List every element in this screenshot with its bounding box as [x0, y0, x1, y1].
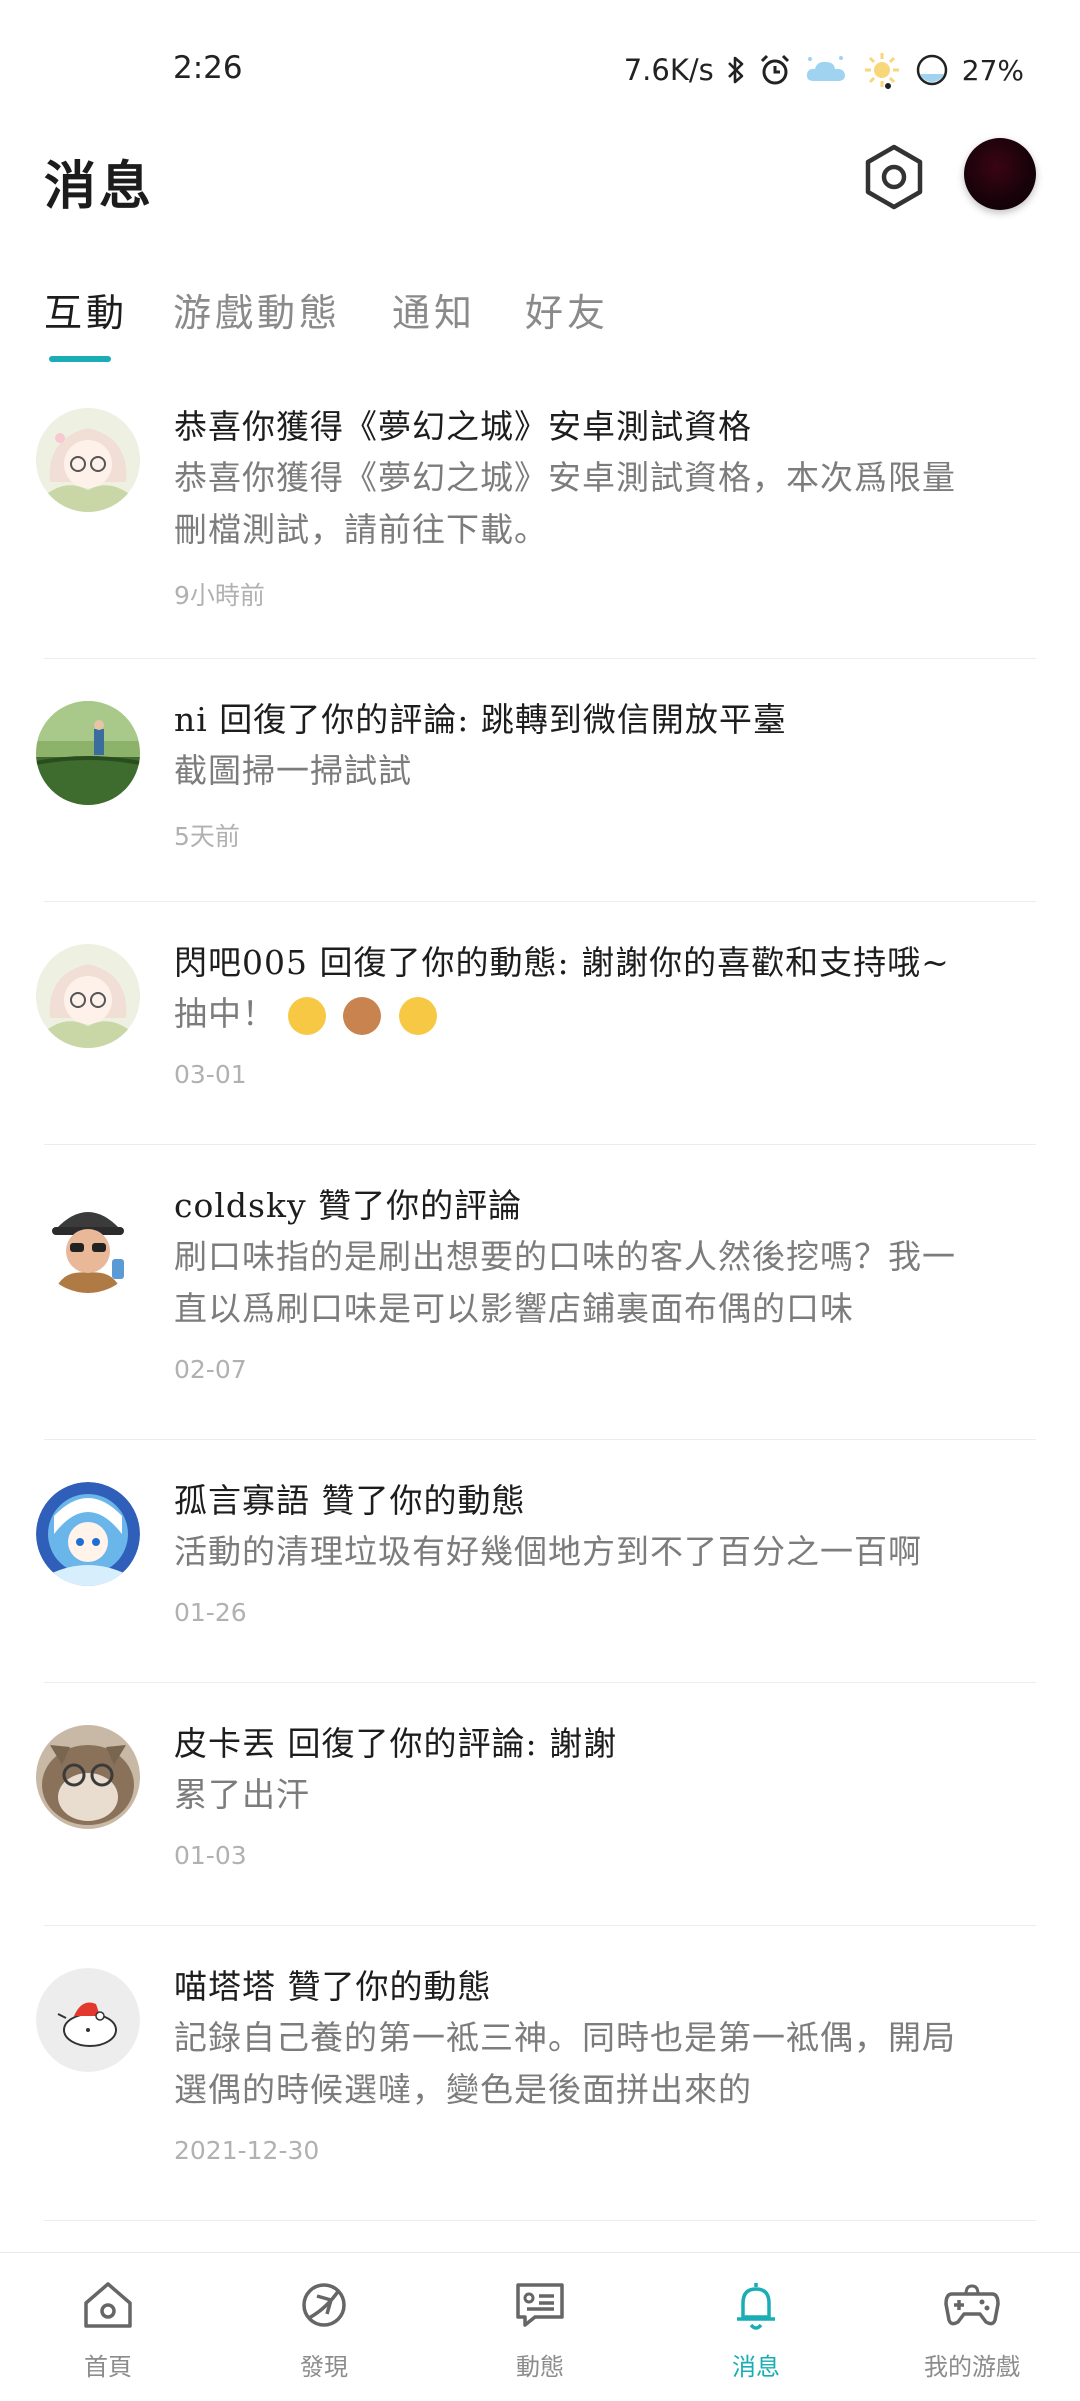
message-body-line: 刷口味指的是刷出想要的口味的客人然後挖嗎？我一 — [174, 1237, 956, 1276]
status-bar: 2:26 7.6K/s 27% — [0, 0, 1080, 140]
gamepad-icon — [942, 2277, 1002, 2333]
bottom-nav: 首頁 發現 動態 消息 我的游戲 — [0, 2252, 1080, 2401]
message-time: 02-07 — [174, 1355, 247, 1384]
message-title: coldsky 贊了你的評論 — [174, 1186, 523, 1225]
nav-label: 我的游戲 — [924, 2353, 1020, 2381]
message-title: ni 回復了你的評論: 跳轉到微信開放平臺 — [174, 700, 787, 739]
weather-sun-icon — [862, 50, 902, 90]
nav-item-feed[interactable]: 動態 — [432, 2253, 648, 2401]
avatar — [36, 701, 140, 805]
nav-item-discover[interactable]: 發現 — [216, 2253, 432, 2401]
message-title: 皮卡丟 回復了你的評論: 謝謝 — [174, 1724, 618, 1763]
message-time: 2021-12-30 — [174, 2136, 320, 2165]
battery-percent: 27% — [961, 53, 1024, 87]
settings-button[interactable] — [862, 142, 926, 212]
user-avatar[interactable] — [964, 138, 1036, 210]
header: 消息 — [0, 130, 1080, 250]
message-body-line: 直以爲刷口味是可以影響店鋪裏面布偶的口味 — [174, 1289, 854, 1328]
message-body: 記錄自己養的第一袛三神。同時也是第一袛偶，開局 選偶的時候選噠，變色是後面拼出來… — [174, 2012, 1036, 2116]
bell-icon — [729, 2277, 783, 2333]
bluetooth-icon — [726, 54, 746, 86]
message-body-text: 抽中！ — [174, 994, 276, 1033]
message-body: 刷口味指的是刷出想要的口味的客人然後挖嗎？我一 直以爲刷口味是可以影響店鋪裏面布… — [174, 1231, 1036, 1335]
message-body: 累了出汗 — [174, 1775, 310, 1814]
nav-item-messages[interactable]: 消息 — [648, 2253, 864, 2401]
message-title: 喵塔塔 贊了你的動態 — [174, 1967, 492, 2006]
page-title: 消息 — [44, 156, 155, 217]
compass-icon — [297, 2277, 351, 2333]
message-title: 閃吧005 回復了你的動態: 謝謝你的喜歡和支持哦~ — [174, 943, 950, 982]
message-body: 活動的清理垃圾有好幾個地方到不了百分之一百啊 — [174, 1532, 922, 1571]
battery-icon — [914, 52, 950, 88]
tab-game-news[interactable]: 游戲動態 — [173, 282, 341, 337]
nav-item-my-games[interactable]: 我的游戲 — [864, 2253, 1080, 2401]
network-speed: 7.6K/s — [623, 53, 714, 87]
nav-item-home[interactable]: 首頁 — [0, 2253, 216, 2401]
message-body: 截圖掃一掃試試 — [174, 751, 412, 790]
nav-label: 動態 — [516, 2353, 564, 2381]
avatar — [36, 1968, 140, 2072]
message-item[interactable]: coldsky 贊了你的評論 刷口味指的是刷出想要的口味的客人然後挖嗎？我一 直… — [36, 1145, 1036, 1440]
message-time: 01-26 — [174, 1598, 247, 1627]
settings-hexagon-icon — [865, 144, 923, 210]
weather-cloud-icon — [804, 53, 850, 87]
message-body-line: 選偶的時候選噠，變色是後面拼出來的 — [174, 2070, 752, 2109]
home-icon — [81, 2277, 135, 2333]
nav-label: 首頁 — [84, 2353, 132, 2381]
tab-interactions[interactable]: 互動 — [44, 282, 128, 337]
message-item[interactable]: ni 回復了你的評論: 跳轉到微信開放平臺 截圖掃一掃試試 5天前 — [36, 659, 1036, 902]
message-item[interactable]: 孤言寡語 贊了你的動態 活動的清理垃圾有好幾個地方到不了百分之一百啊 01-26 — [36, 1440, 1036, 1683]
message-title: 恭喜你獲得《夢幻之城》安卓測試資格 — [174, 407, 752, 446]
message-time: 03-01 — [174, 1060, 247, 1089]
avatar — [36, 1725, 140, 1829]
avatar — [36, 1189, 140, 1293]
message-time: 5天前 — [174, 822, 240, 851]
message-time: 9小時前 — [174, 581, 265, 610]
message-body-line: 恭喜你獲得《夢幻之城》安卓測試資格，本次爲限量 — [174, 458, 956, 497]
status-icons: 7.6K/s 27% — [624, 50, 1024, 90]
avatar — [36, 944, 140, 1048]
tab-notifications[interactable]: 通知 — [392, 282, 476, 337]
message-body-line: 刪檔測試，請前往下載。 — [174, 510, 548, 549]
message-time: 01-03 — [174, 1841, 247, 1870]
message-item[interactable]: 恭喜你獲得《夢幻之城》安卓測試資格 恭喜你獲得《夢幻之城》安卓測試資格，本次爲限… — [36, 380, 1036, 659]
nav-label: 發現 — [300, 2353, 348, 2381]
alarm-icon — [758, 53, 792, 87]
tab-bar: 互動 游戲動態 通知 好友 — [0, 272, 1080, 372]
message-body: 抽中！ — [174, 988, 1036, 1040]
cat-face-emoji — [287, 997, 326, 1035]
message-title: 孤言寡語 贊了你的動態 — [174, 1481, 526, 1520]
monkey-emoji — [343, 997, 381, 1035]
status-time: 2:26 — [173, 50, 243, 86]
active-tab-indicator — [49, 356, 111, 362]
feed-icon — [513, 2277, 567, 2333]
tab-friends[interactable]: 好友 — [525, 282, 609, 337]
message-item[interactable]: 喵塔塔 贊了你的動態 記錄自己養的第一袛三神。同時也是第一袛偶，開局 選偶的時候… — [36, 1926, 1036, 2221]
avatar — [36, 408, 140, 512]
avatar — [36, 1482, 140, 1586]
message-item[interactable]: 閃吧005 回復了你的動態: 謝謝你的喜歡和支持哦~ 抽中！ 03-01 — [36, 902, 1036, 1145]
message-body: 恭喜你獲得《夢幻之城》安卓測試資格，本次爲限量 刪檔測試，請前往下載。 — [174, 452, 1036, 556]
grinning-cat-emoji — [398, 997, 437, 1035]
message-list: 恭喜你獲得《夢幻之城》安卓測試資格 恭喜你獲得《夢幻之城》安卓測試資格，本次爲限… — [0, 380, 1080, 2221]
message-item[interactable]: 皮卡丟 回復了你的評論: 謝謝 累了出汗 01-03 — [36, 1683, 1036, 1926]
message-body-line: 記錄自己養的第一袛三神。同時也是第一袛偶，開局 — [174, 2018, 956, 2057]
nav-label: 消息 — [732, 2353, 780, 2381]
